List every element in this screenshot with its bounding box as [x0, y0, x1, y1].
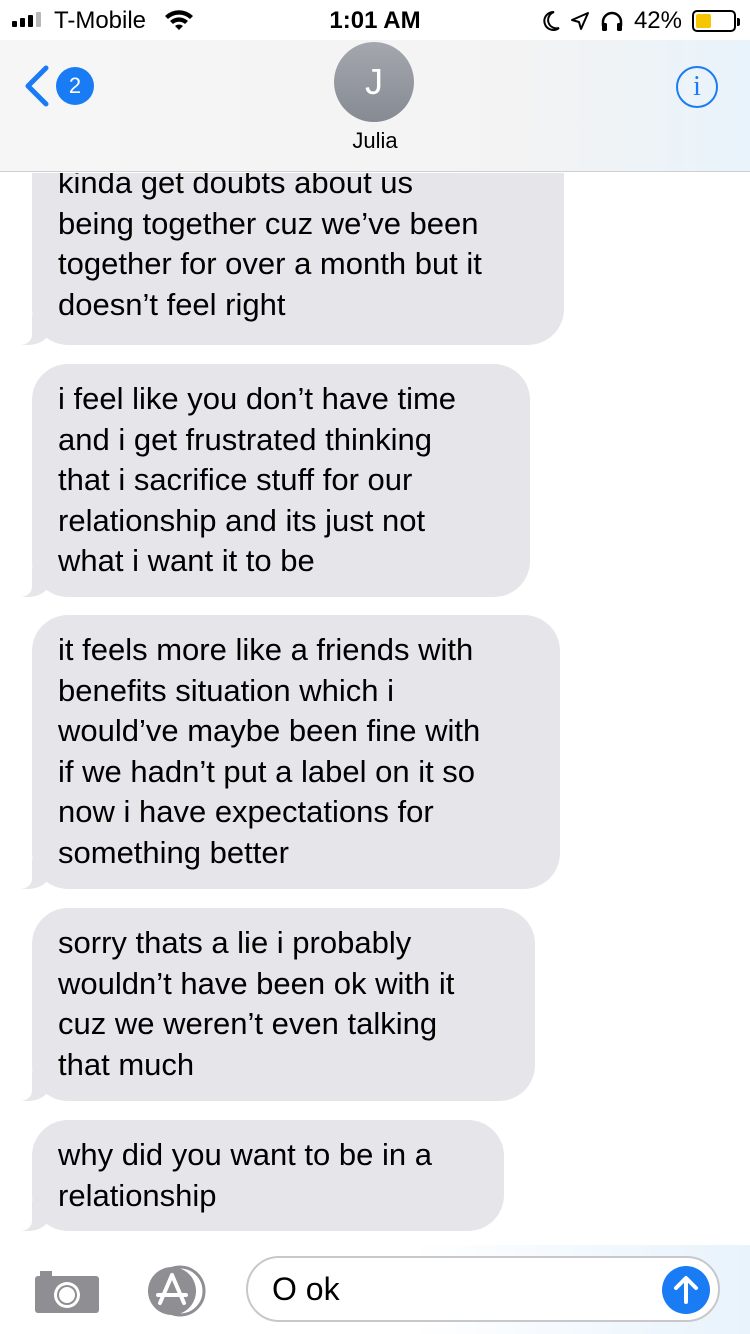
battery-icon: [692, 10, 740, 32]
battery-fill: [696, 14, 712, 28]
message-list[interactable]: kinda get doubts about us being together…: [0, 173, 750, 1245]
send-button[interactable]: [662, 1266, 710, 1314]
message-bubble: kinda get doubts about us being together…: [6, 173, 564, 345]
composer-bar: O ok: [0, 1245, 750, 1334]
contact-avatar[interactable]: J: [334, 42, 414, 122]
chevron-left-icon: [25, 65, 49, 107]
status-bar: T-Mobile 1:01 AM 42%: [0, 0, 750, 40]
send-arrow-icon: [674, 1276, 698, 1304]
info-button[interactable]: i: [676, 66, 718, 108]
message-input[interactable]: O ok: [246, 1256, 720, 1322]
unread-count-badge: 2: [56, 67, 94, 105]
contact-name[interactable]: Julia: [0, 128, 750, 154]
app-store-icon[interactable]: [142, 1265, 210, 1317]
message-bubble: it feels more like a friends with benefi…: [6, 615, 560, 889]
message-bubble: sorry thats a lie i probably wouldn’t ha…: [6, 908, 535, 1101]
conversation-header: 2 J Julia i: [0, 40, 750, 172]
message-input-text: O ok: [272, 1271, 340, 1307]
headphones-icon: [601, 11, 623, 31]
camera-icon[interactable]: [34, 1268, 100, 1314]
message-bubble: i feel like you don’t have time and i ge…: [6, 364, 530, 597]
message-bubble: why did you want to be in a relationship: [6, 1120, 504, 1231]
moon-icon: [543, 10, 560, 31]
back-button[interactable]: 2: [22, 64, 94, 108]
location-icon: [570, 12, 589, 30]
battery-percent: 42%: [633, 7, 682, 34]
status-right-group: 42%: [542, 7, 740, 35]
